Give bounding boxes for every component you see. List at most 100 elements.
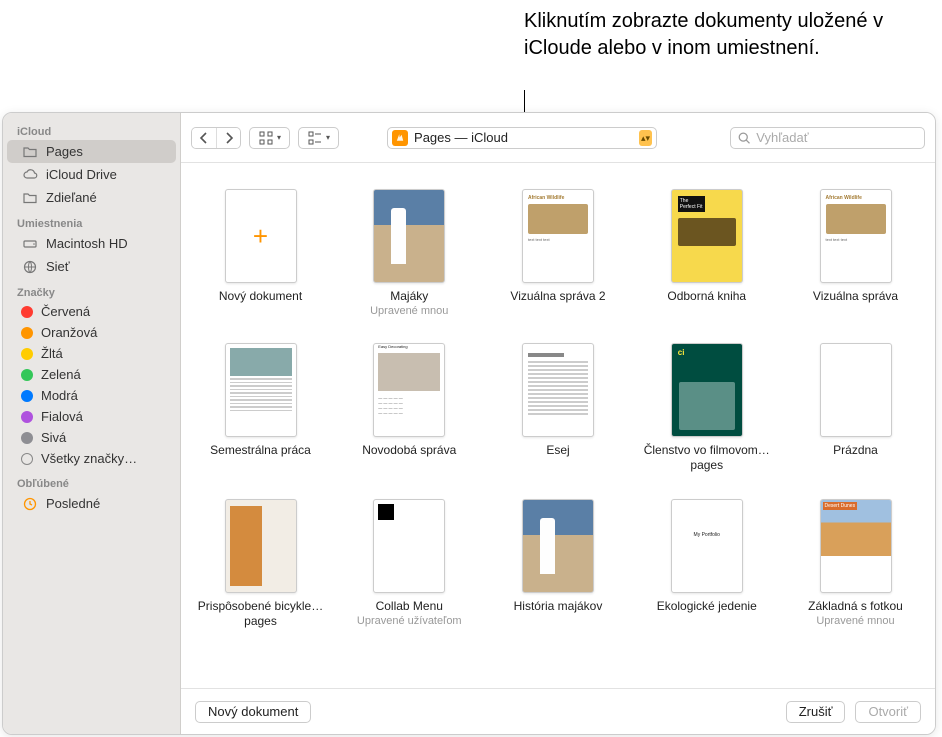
cloud-icon bbox=[21, 166, 38, 183]
document-item[interactable]: Easy Decorating— — — — —— — — — —— — — —… bbox=[342, 343, 477, 473]
document-thumbnail bbox=[671, 343, 743, 437]
sidebar-item-label: Pages bbox=[46, 144, 83, 159]
document-item[interactable]: Semestrálna práca bbox=[193, 343, 328, 473]
nav-forward-button[interactable] bbox=[216, 128, 240, 148]
sidebar-section-header: Umiestnenia bbox=[3, 213, 180, 232]
document-item[interactable]: Prázdna bbox=[788, 343, 923, 473]
document-item[interactable]: African Wildlifetext text textVizuálna s… bbox=[788, 189, 923, 317]
document-thumbnail bbox=[522, 499, 594, 593]
dialog-footer: Nový dokument Zrušiť Otvoriť bbox=[181, 688, 935, 734]
document-thumbnail bbox=[225, 499, 297, 593]
document-label: Základná s fotkou bbox=[808, 599, 903, 614]
sidebar-item-label: Sivá bbox=[41, 430, 66, 445]
document-item[interactable]: Esej bbox=[491, 343, 626, 473]
sidebar-item[interactable]: Posledné bbox=[7, 492, 176, 515]
document-item[interactable]: +Nový dokument bbox=[193, 189, 328, 317]
sidebar-item-label: Zelená bbox=[41, 367, 81, 382]
sidebar-item-label: Žltá bbox=[41, 346, 63, 361]
location-popup[interactable]: Pages — iCloud ▴▾ bbox=[387, 127, 657, 149]
document-item[interactable]: MajákyUpravené mnou bbox=[342, 189, 477, 317]
sidebar-item[interactable]: Oranžová bbox=[7, 322, 176, 343]
popup-chevrons-icon: ▴▾ bbox=[639, 130, 652, 146]
toolbar: ▾ ▾ Pages — iCloud ▴▾ bbox=[181, 113, 935, 163]
new-document-button[interactable]: Nový dokument bbox=[195, 701, 311, 723]
tag-dot-icon bbox=[21, 327, 33, 339]
group-icon bbox=[307, 130, 323, 146]
document-item[interactable]: African Wildlifetext text textVizuálna s… bbox=[491, 189, 626, 317]
chevron-down-icon: ▾ bbox=[277, 133, 281, 142]
search-field[interactable] bbox=[730, 127, 925, 149]
document-thumbnail bbox=[373, 499, 445, 593]
sidebar-item-label: Všetky značky… bbox=[41, 451, 137, 466]
document-item[interactable]: História majákov bbox=[491, 499, 626, 629]
sidebar-item[interactable]: Zelená bbox=[7, 364, 176, 385]
sidebar-item[interactable]: Červená bbox=[7, 301, 176, 322]
sidebar-item[interactable]: Pages bbox=[7, 140, 176, 163]
pages-app-icon bbox=[392, 130, 408, 146]
document-label: Collab Menu bbox=[376, 599, 443, 614]
sidebar-item[interactable]: iCloud Drive bbox=[7, 163, 176, 186]
document-thumbnail: ThePerfect Fit bbox=[671, 189, 743, 283]
sidebar-section-header: iCloud bbox=[3, 121, 180, 140]
group-button[interactable]: ▾ bbox=[298, 127, 339, 149]
chevron-down-icon: ▾ bbox=[326, 133, 330, 142]
document-label: Členstvo vo filmovom…pages bbox=[639, 443, 774, 473]
document-item[interactable]: Desert Dunes Základná s fotkouUpravené mn… bbox=[788, 499, 923, 629]
document-label: Esej bbox=[546, 443, 569, 458]
clock-icon bbox=[21, 495, 38, 512]
document-sublabel: Upravené mnou bbox=[816, 615, 894, 627]
cancel-button[interactable]: Zrušiť bbox=[786, 701, 846, 723]
location-label: Pages — iCloud bbox=[414, 130, 508, 145]
grid-icon bbox=[258, 130, 274, 146]
tag-dot-icon bbox=[21, 453, 33, 465]
document-label: Prázdna bbox=[833, 443, 878, 458]
finder-open-dialog: iCloud Pages iCloud DriveZdieľané Umiestnen… bbox=[2, 112, 936, 735]
sidebar-item[interactable]: Fialová bbox=[7, 406, 176, 427]
search-icon bbox=[737, 130, 751, 146]
sidebar-item-label: Fialová bbox=[41, 409, 83, 424]
document-label: Nový dokument bbox=[219, 289, 302, 304]
view-mode-button[interactable]: ▾ bbox=[249, 127, 290, 149]
open-button[interactable]: Otvoriť bbox=[855, 701, 921, 723]
shared-folder-icon bbox=[21, 189, 38, 206]
sidebar-item-label: Modrá bbox=[41, 388, 78, 403]
document-item[interactable]: My PortfolioEkologické jedenie bbox=[639, 499, 774, 629]
callout-text: Kliknutím zobrazte dokumenty uložené v i… bbox=[524, 8, 924, 62]
document-label: História majákov bbox=[514, 599, 603, 614]
tag-dot-icon bbox=[21, 348, 33, 360]
main-area: ▾ ▾ Pages — iCloud ▴▾ +Nový dokumentMajá… bbox=[181, 113, 935, 734]
chevron-right-icon bbox=[221, 130, 237, 146]
document-label: Vizuálna správa bbox=[813, 289, 898, 304]
sidebar-item[interactable]: Modrá bbox=[7, 385, 176, 406]
sidebar-item-label: Sieť bbox=[46, 259, 70, 274]
sidebar-item[interactable]: Žltá bbox=[7, 343, 176, 364]
document-thumbnail bbox=[225, 343, 297, 437]
document-item[interactable]: ThePerfect Fit Odborná kniha bbox=[639, 189, 774, 317]
search-input[interactable] bbox=[756, 130, 918, 145]
document-thumbnail: African Wildlifetext text text bbox=[522, 189, 594, 283]
document-thumbnail bbox=[373, 189, 445, 283]
document-item[interactable]: Členstvo vo filmovom…pages bbox=[639, 343, 774, 473]
document-item[interactable]: Collab MenuUpravené užívateľom bbox=[342, 499, 477, 629]
nav-back-button[interactable] bbox=[192, 128, 216, 148]
document-grid: +Nový dokumentMajákyUpravené mnouAfrican… bbox=[181, 163, 935, 688]
document-thumbnail: Desert Dunes bbox=[820, 499, 892, 593]
document-thumbnail bbox=[820, 343, 892, 437]
document-item[interactable]: Prispôsobené bicykle…pages bbox=[193, 499, 328, 629]
document-label: Ekologické jedenie bbox=[657, 599, 757, 614]
sidebar-item[interactable]: Sieť bbox=[7, 255, 176, 278]
document-label: Odborná kniha bbox=[667, 289, 746, 304]
tag-dot-icon bbox=[21, 306, 33, 318]
sidebar-item[interactable]: Všetky značky… bbox=[7, 448, 176, 469]
tag-dot-icon bbox=[21, 390, 33, 402]
sidebar-item[interactable]: Macintosh HD bbox=[7, 232, 176, 255]
sidebar-item[interactable]: Sivá bbox=[7, 427, 176, 448]
document-thumbnail bbox=[522, 343, 594, 437]
tag-dot-icon bbox=[21, 411, 33, 423]
sidebar-item-label: Macintosh HD bbox=[46, 236, 128, 251]
folder-icon bbox=[21, 143, 38, 160]
sidebar-item-label: Oranžová bbox=[41, 325, 97, 340]
document-sublabel: Upravené užívateľom bbox=[357, 615, 462, 627]
document-sublabel: Upravené mnou bbox=[370, 305, 448, 317]
sidebar-item[interactable]: Zdieľané bbox=[7, 186, 176, 209]
